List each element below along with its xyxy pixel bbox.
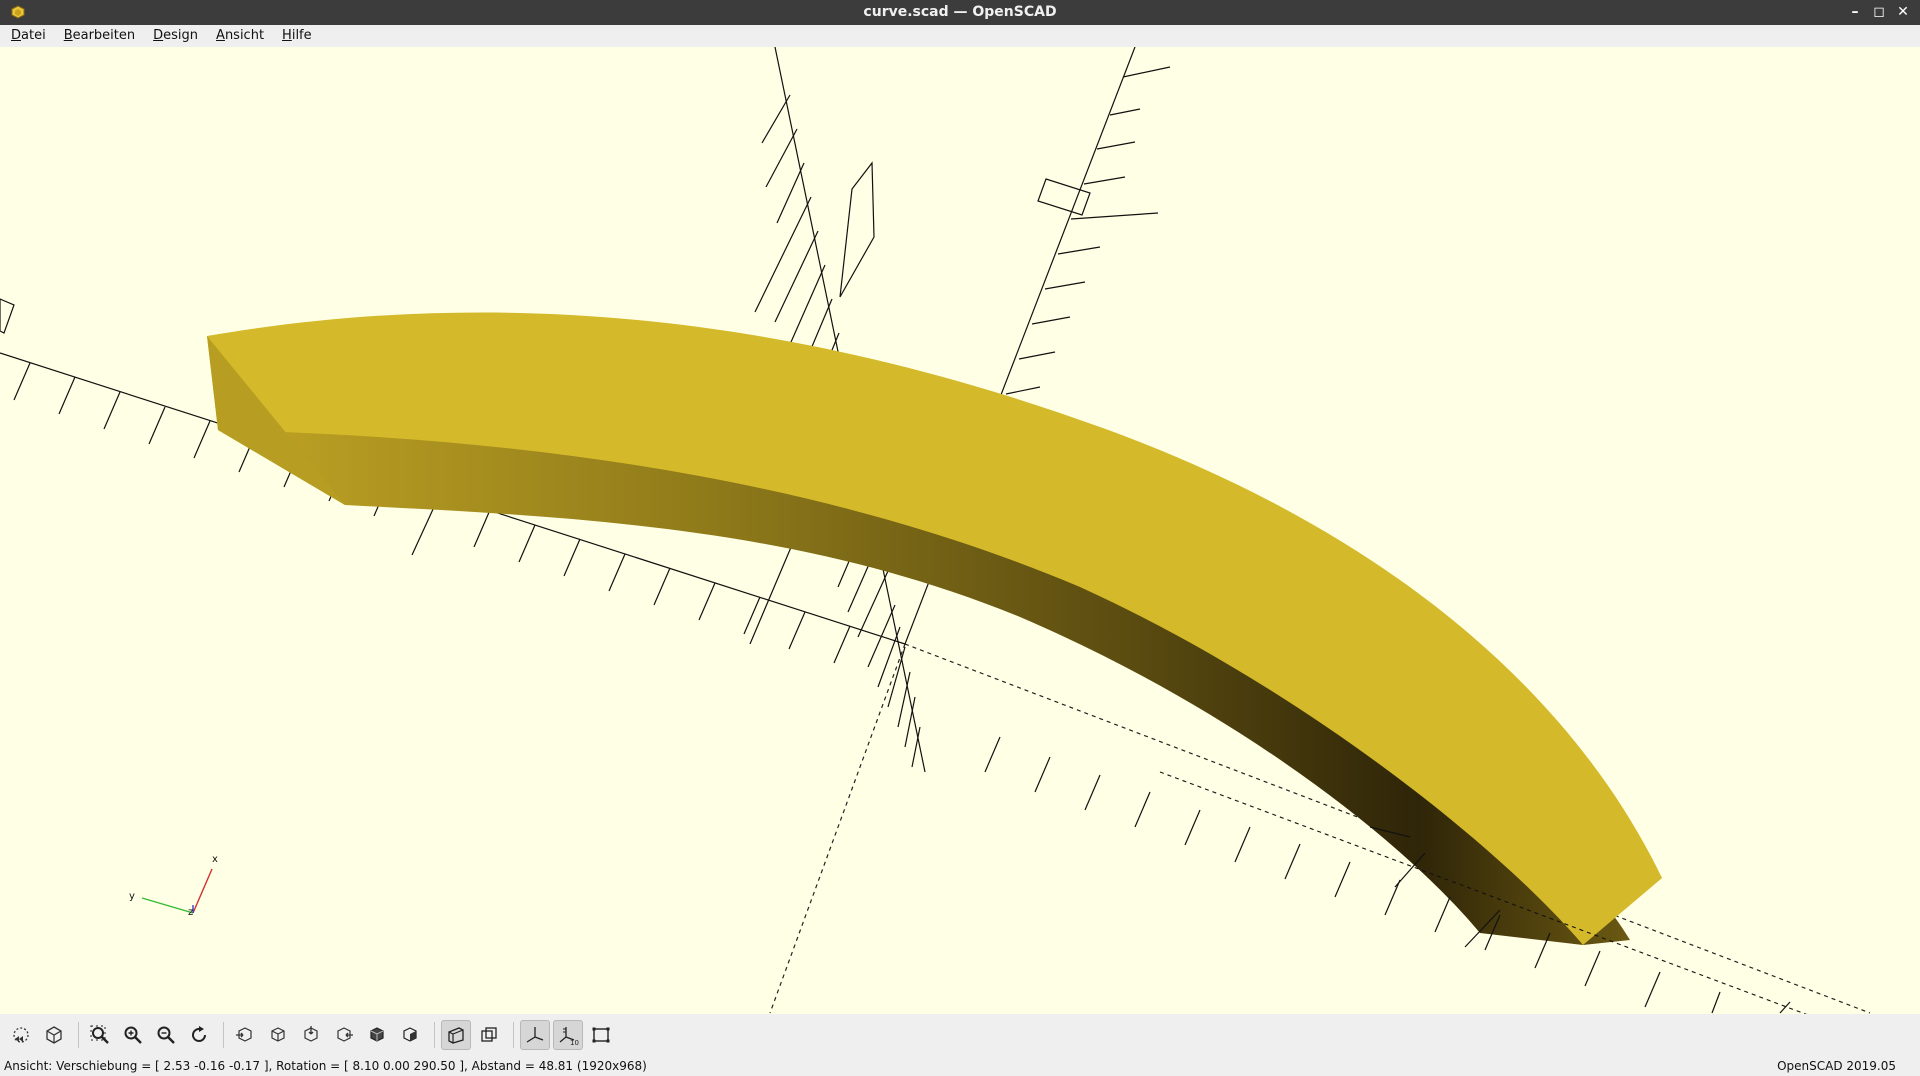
view-left-icon	[337, 1027, 353, 1042]
toolbar-separator	[223, 1022, 224, 1048]
view-all-icon	[90, 1025, 109, 1044]
view-bottom-icon	[304, 1026, 318, 1042]
perspective-icon	[448, 1027, 464, 1044]
render-icon	[46, 1026, 62, 1044]
3d-viewport[interactable]: x y z	[0, 47, 1920, 1014]
preview-icon	[13, 1027, 29, 1043]
menu-bar: Datei Bearbeiten Design Ansicht Hilfe	[0, 25, 1920, 47]
menu-hilfe[interactable]: Hilfe	[271, 25, 319, 47]
title-bar: curve.scad — OpenSCAD – ◻ ✕	[0, 0, 1920, 25]
menu-design[interactable]: Design	[142, 25, 205, 47]
menu-ansicht[interactable]: Ansicht	[205, 25, 271, 47]
version-label: OpenSCAD 2019.05	[1777, 1059, 1896, 1073]
view-back-icon	[403, 1027, 417, 1042]
view-front-button[interactable]	[362, 1020, 392, 1050]
view-left-button[interactable]	[329, 1020, 359, 1050]
view-right-icon	[236, 1027, 252, 1042]
view-all-button[interactable]	[85, 1020, 115, 1050]
zoom-out-button[interactable]	[151, 1020, 181, 1050]
view-top-icon	[271, 1027, 285, 1042]
show-scale-markers-button[interactable]: 10	[553, 1020, 583, 1050]
maximize-button[interactable]: ◻	[1870, 2, 1888, 22]
menu-bearbeiten[interactable]: Bearbeiten	[53, 25, 142, 47]
scene-canvas: x y z	[0, 47, 1871, 1014]
show-axes-icon	[526, 1027, 544, 1043]
show-scale-markers-icon: 10	[559, 1027, 579, 1046]
view-top-button[interactable]	[263, 1020, 293, 1050]
menu-datei[interactable]: Datei	[0, 25, 53, 47]
orthogonal-icon	[481, 1027, 497, 1042]
perspective-button[interactable]	[441, 1020, 471, 1050]
view-right-button[interactable]	[230, 1020, 260, 1050]
view-toolbar: 10	[0, 1014, 1920, 1056]
view-bottom-button[interactable]	[296, 1020, 326, 1050]
orthogonal-button[interactable]	[474, 1020, 504, 1050]
axes-indicator: x y z	[129, 854, 218, 918]
axis-label-z: z	[188, 907, 193, 918]
minimize-button[interactable]: –	[1846, 2, 1864, 22]
window-title: curve.scad — OpenSCAD	[863, 4, 1057, 20]
render-button[interactable]	[39, 1020, 69, 1050]
axis-label-x: x	[212, 854, 218, 865]
zoom-in-icon	[124, 1026, 142, 1044]
reset-view-icon	[192, 1026, 206, 1042]
view-front-icon	[370, 1027, 384, 1042]
preview-button[interactable]	[6, 1020, 36, 1050]
toolbar-separator	[434, 1022, 435, 1048]
show-axes-button[interactable]	[520, 1020, 550, 1050]
axis-label-y: y	[129, 891, 135, 902]
show-edges-button[interactable]	[586, 1020, 616, 1050]
toolbar-separator	[78, 1022, 79, 1048]
reset-view-button[interactable]	[184, 1020, 214, 1050]
zoom-in-button[interactable]	[118, 1020, 148, 1050]
show-edges-icon	[592, 1027, 610, 1043]
zoom-out-icon	[157, 1026, 175, 1044]
svg-text:10: 10	[570, 1039, 579, 1046]
close-button[interactable]: ✕	[1894, 2, 1912, 22]
view-status-text: Ansicht: Verschiebung = [ 2.53 -0.16 -0.…	[4, 1059, 647, 1073]
view-back-button[interactable]	[395, 1020, 425, 1050]
toolbar-separator	[513, 1022, 514, 1048]
status-bar: Ansicht: Verschiebung = [ 2.53 -0.16 -0.…	[0, 1056, 1920, 1076]
